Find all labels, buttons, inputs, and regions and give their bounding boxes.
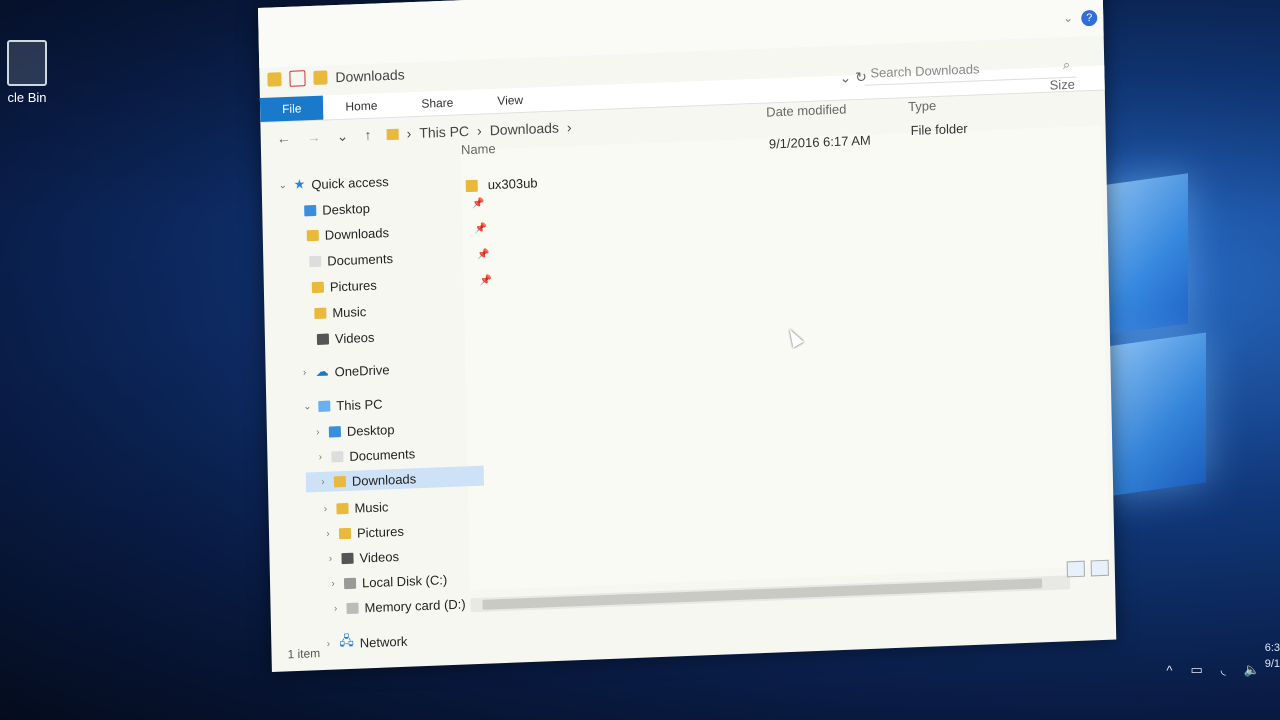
breadcrumb-downloads[interactable]: Downloads	[490, 120, 560, 139]
column-size[interactable]: Size	[1050, 77, 1076, 93]
details-view-button[interactable]	[1066, 560, 1085, 578]
view-buttons	[1066, 559, 1109, 578]
sidebar-item-pc-music[interactable]: › Music	[320, 496, 389, 519]
sidebar-item-memory-card[interactable]: › Memory card (D:)	[330, 593, 466, 618]
chevron-down-icon[interactable]: ⌄	[1063, 11, 1073, 25]
pin-icon: 📌	[477, 248, 490, 261]
folder-icon	[465, 179, 478, 192]
sidebar-item-pc-videos[interactable]: › Videos	[325, 546, 399, 569]
search-icon: ⌕	[1062, 56, 1071, 73]
recycle-bin-icon	[7, 40, 47, 86]
column-date-modified[interactable]: Date modified	[766, 101, 846, 119]
sidebar-item-pc-pictures[interactable]: › Pictures	[323, 521, 404, 544]
properties-icon[interactable]	[289, 70, 306, 87]
chevron-up-icon[interactable]: ^	[1166, 663, 1172, 678]
sidebar-item-quick-access[interactable]: ⌄ ★ Quick access	[278, 171, 389, 195]
sidebar-item-pc-downloads[interactable]: › Downloads	[305, 465, 485, 493]
recycle-bin[interactable]: cle Bin	[0, 40, 62, 105]
tab-view[interactable]: View	[475, 87, 545, 114]
back-button[interactable]: ←	[277, 129, 291, 147]
up-button[interactable]: ↑	[364, 126, 371, 143]
sidebar-item-documents[interactable]: Documents 📌	[309, 248, 490, 271]
battery-icon[interactable]: ▭	[1190, 662, 1202, 678]
sidebar-item-local-disk[interactable]: › Local Disk (C:)	[328, 569, 448, 594]
network-tray-icon[interactable]: ◟	[1221, 662, 1226, 678]
sidebar-item-pictures[interactable]: Pictures 📌	[311, 275, 492, 297]
system-tray: ^ ▭ ◟ 🔈	[1166, 662, 1260, 678]
star-icon: ★	[293, 176, 306, 192]
breadcrumb-this-pc[interactable]: This PC	[419, 123, 469, 141]
recycle-bin-label: cle Bin	[7, 90, 47, 105]
folder-icon[interactable]	[267, 72, 282, 87]
taskbar: ^ ▭ ◟ 🔈 6:3 9/1	[0, 640, 1280, 720]
sidebar-item-this-pc[interactable]: ⌄ This PC	[302, 394, 383, 417]
file-list-area	[460, 125, 1110, 591]
clock[interactable]: 6:3 9/1	[1265, 640, 1280, 672]
sidebar-item-music[interactable]: Music	[314, 301, 366, 323]
new-folder-icon[interactable]	[313, 70, 328, 85]
windows-logo-pane-2	[1100, 332, 1206, 498]
navigation-pane: ⌄ ★ Quick access Desktop 📌 Downloads 📌 Docum…	[262, 168, 492, 650]
window-title: Downloads	[335, 66, 405, 86]
file-explorer-window: Downloads — ☐ ✕ ⌄ ? File Home Share View…	[258, 0, 1117, 672]
forward-button[interactable]: →	[307, 128, 321, 146]
sidebar-item-onedrive[interactable]: › ☁ OneDrive	[299, 359, 390, 382]
volume-icon[interactable]: 🔈	[1244, 662, 1260, 678]
pin-icon: 📌	[479, 274, 493, 287]
pin-icon: 📌	[472, 197, 485, 210]
clock-time: 6:3	[1264, 642, 1280, 654]
column-type[interactable]: Type	[908, 98, 936, 114]
search-placeholder: Search Downloads	[870, 60, 980, 81]
recent-chevron-icon[interactable]: ⌄	[337, 127, 349, 144]
sidebar-item-desktop[interactable]: Desktop 📌	[304, 198, 485, 221]
sidebar-item-pc-documents[interactable]: › Documents	[315, 443, 416, 467]
nav-buttons: ← → ⌄ ↑	[261, 126, 387, 148]
refresh-icon[interactable]: ⌄ ↻	[839, 69, 867, 87]
tab-home[interactable]: Home	[323, 93, 399, 120]
file-type: File folder	[910, 120, 968, 139]
column-name[interactable]: Name	[461, 141, 496, 157]
table-row[interactable]: ux303ub	[465, 175, 538, 193]
minimize-button[interactable]: —	[993, 0, 1011, 5]
large-icons-view-button[interactable]	[1090, 559, 1109, 577]
sidebar-item-videos[interactable]: Videos	[316, 327, 375, 349]
pin-icon: 📌	[474, 222, 488, 235]
onedrive-icon: ☁	[315, 363, 329, 380]
sidebar-item-pc-desktop[interactable]: › Desktop	[313, 419, 395, 442]
tab-file[interactable]: File	[259, 95, 324, 122]
downloads-folder-icon	[386, 128, 399, 140]
quick-access-toolbar: Downloads	[267, 66, 405, 87]
sidebar-item-downloads[interactable]: Downloads 📌	[306, 222, 487, 245]
clock-date: 9/1	[1264, 658, 1280, 670]
file-name: ux303ub	[487, 175, 538, 193]
this-pc-icon	[318, 400, 331, 412]
tab-share[interactable]: Share	[399, 90, 475, 117]
